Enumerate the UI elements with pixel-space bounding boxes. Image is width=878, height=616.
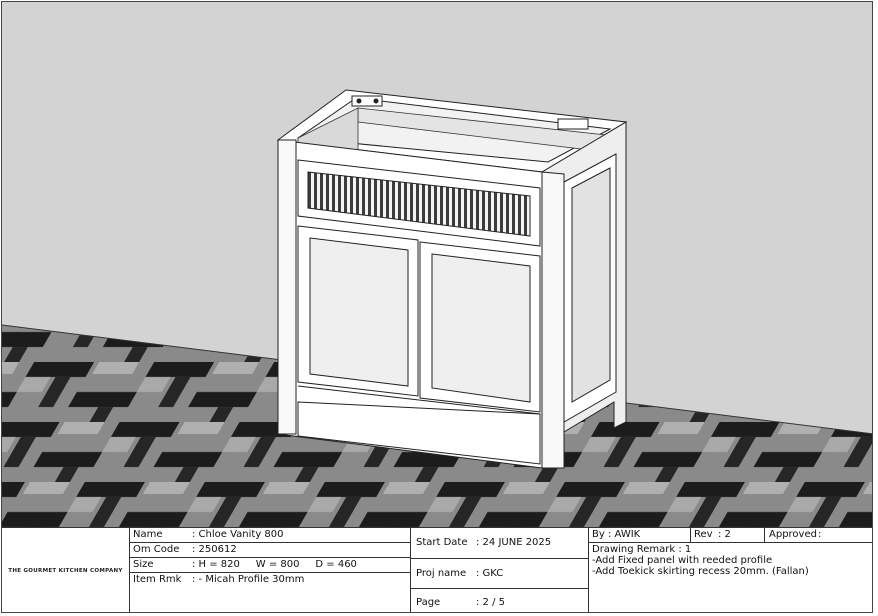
door-right-inset [431, 253, 531, 403]
company-name: THE GOURMET KITCHEN COMPANY [8, 568, 123, 574]
approved-label: Approved [769, 529, 817, 540]
door-left-inset [309, 237, 409, 387]
name-value: : Chloe Vanity 800 [192, 529, 284, 540]
approved-value: : [818, 529, 822, 540]
rev-value: : 2 [718, 529, 731, 540]
hinge-bracket-right [557, 118, 589, 130]
itemrmk-label: Item Rmk [133, 574, 182, 585]
page-label: Page [416, 597, 441, 608]
proj-name-label: Proj name [416, 568, 467, 579]
omcode-value: : 250612 [192, 544, 237, 555]
screw [373, 98, 379, 104]
start-date-value: : 24 JUNE 2025 [476, 537, 552, 548]
side-panel-inset [571, 167, 611, 403]
itemrmk-value: : - Micah Profile 30mm [192, 574, 305, 585]
screw [356, 98, 362, 104]
cabinet-render [2, 2, 872, 528]
rev-label: Rev [694, 529, 713, 540]
page-value: : 2 / 5 [476, 597, 505, 608]
remark-line: -Add Toekick skirting recess 20mm. (Fall… [592, 566, 809, 577]
render-viewport [2, 2, 872, 528]
company-logo: THE GOURMET KITCHEN COMPANY [2, 528, 129, 612]
size-label: Size [133, 559, 154, 570]
title-block: THE GOURMET KITCHEN COMPANY Name : Chloe… [2, 527, 872, 612]
by-value: : AWIK [608, 529, 641, 540]
start-date-label: Start Date [416, 537, 468, 548]
by-label: By [592, 529, 605, 540]
front-stile-right [541, 171, 565, 469]
name-label: Name [133, 529, 163, 540]
drawing-sheet: THE GOURMET KITCHEN COMPANY Name : Chloe… [1, 1, 873, 613]
front-stile-left [277, 139, 297, 435]
proj-name-value: : GKC [476, 568, 504, 579]
omcode-label: Om Code [133, 544, 180, 555]
size-value: : H = 820 W = 800 D = 460 [192, 559, 357, 570]
